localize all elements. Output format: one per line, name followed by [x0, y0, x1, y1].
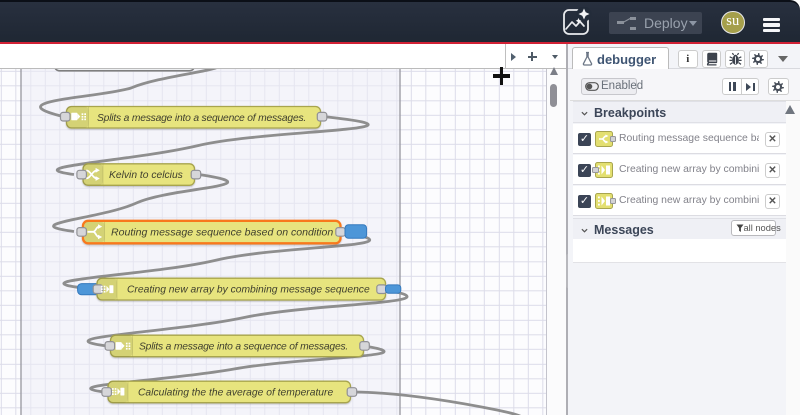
svg-text:Routing message sequence based: Routing message sequence based on condit…: [111, 226, 333, 238]
svg-text:Splits a message into a sequen: Splits a message into a sequence of mess…: [97, 113, 306, 124]
svg-text:Kelvin to celcius: Kelvin to celcius: [109, 170, 183, 181]
svg-text:Creating new array by combinin: Creating new array by combining message …: [127, 285, 370, 296]
svg-text:Calculating the the average of: Calculating the the average of temperatu…: [138, 388, 333, 399]
svg-text:Splits a message into a sequen: Splits a message into a sequence of mess…: [139, 342, 348, 353]
